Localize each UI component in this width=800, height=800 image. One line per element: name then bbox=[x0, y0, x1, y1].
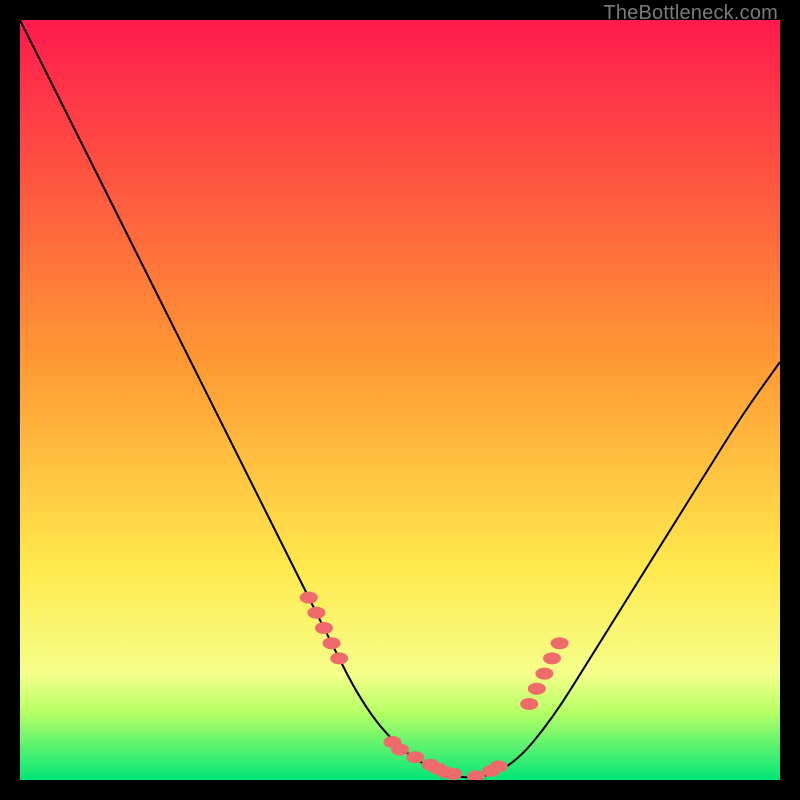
marker-point bbox=[444, 768, 462, 780]
marker-point bbox=[520, 698, 538, 710]
marker-point bbox=[323, 637, 341, 649]
bottleneck-chart bbox=[20, 20, 780, 780]
marker-point bbox=[391, 744, 409, 756]
marker-point bbox=[490, 760, 508, 772]
marker-point bbox=[551, 637, 569, 649]
marker-point bbox=[528, 683, 546, 695]
gradient-background bbox=[20, 20, 780, 780]
marker-point bbox=[543, 652, 561, 664]
marker-point bbox=[307, 607, 325, 619]
marker-point bbox=[535, 668, 553, 680]
watermark-text: TheBottleneck.com bbox=[603, 2, 778, 25]
marker-point bbox=[406, 751, 424, 763]
marker-point bbox=[315, 622, 333, 634]
marker-point bbox=[300, 592, 318, 604]
marker-point bbox=[330, 652, 348, 664]
